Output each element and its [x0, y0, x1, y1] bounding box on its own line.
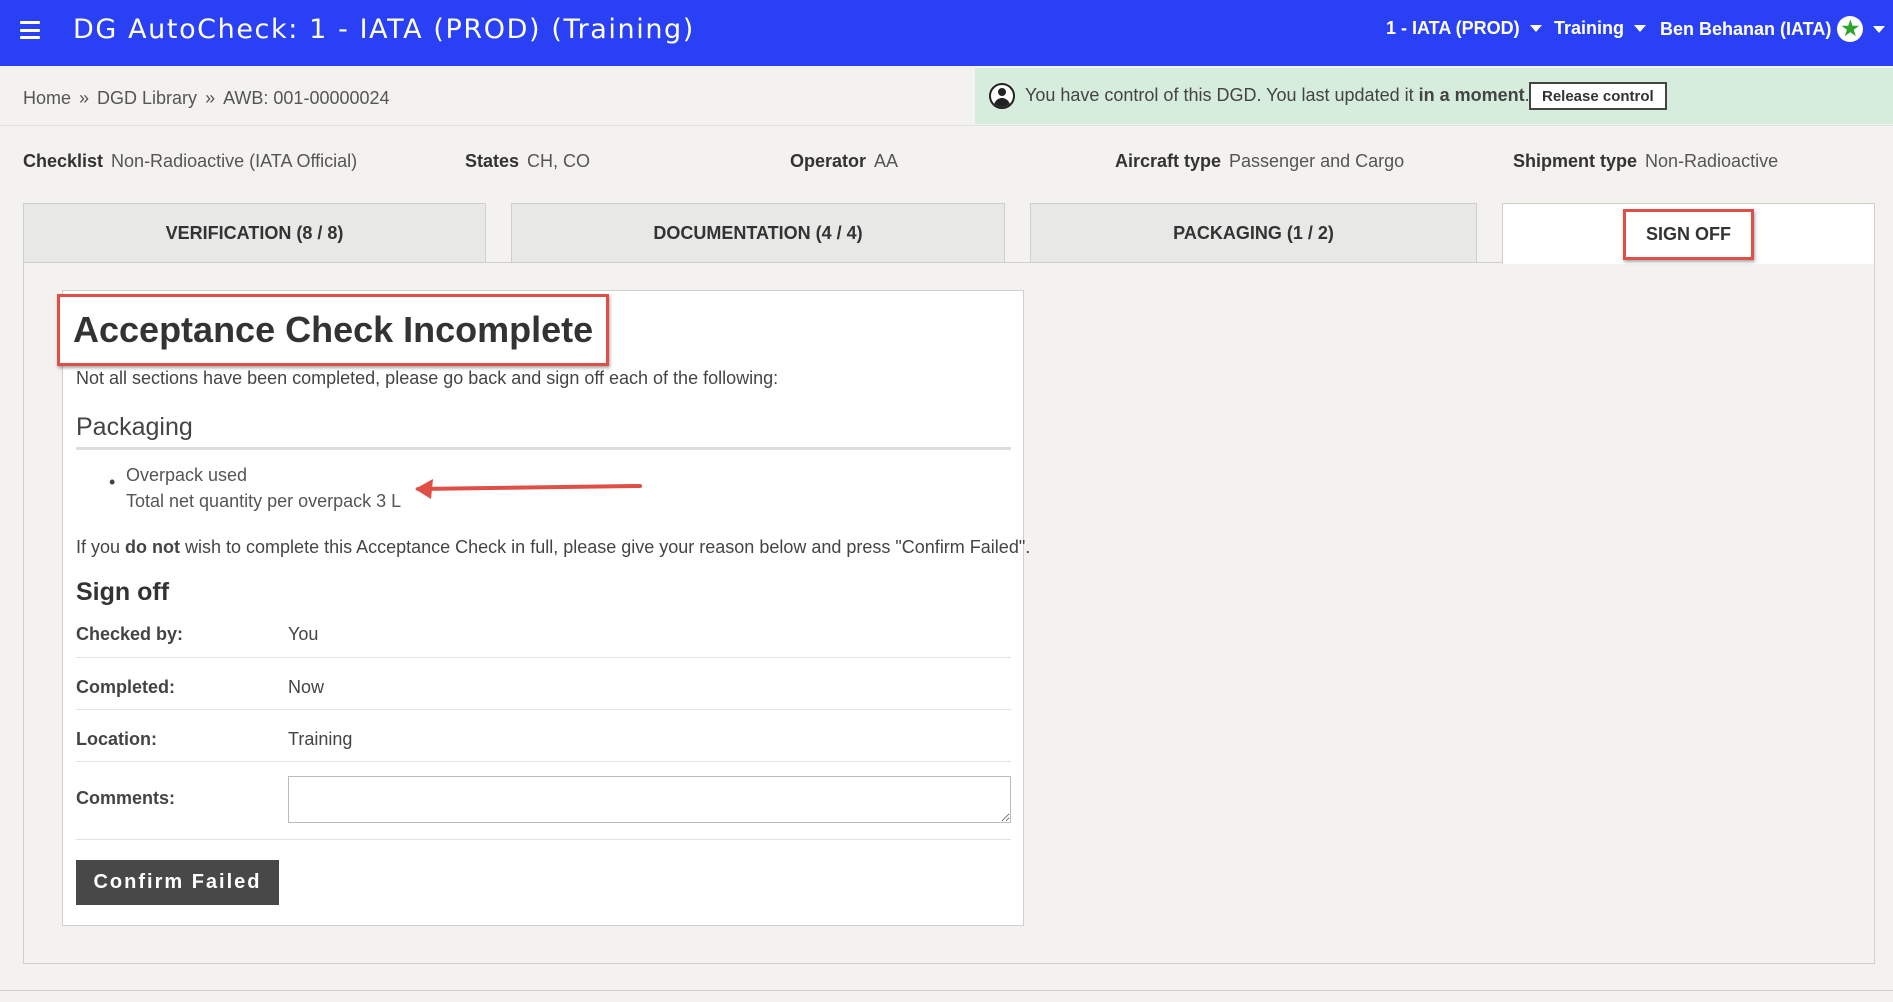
info-aircraft: Aircraft type Passenger and Cargo — [1115, 151, 1404, 172]
bullet-icon: • — [109, 472, 116, 492]
location-dropdown[interactable]: Training — [1554, 18, 1647, 39]
top-navbar: DG AutoCheck: 1 - IATA (PROD) (Training)… — [0, 0, 1893, 66]
operator-label: Operator — [790, 151, 867, 171]
breadcrumb: Home » DGD Library » AWB: 001-00000024 — [23, 88, 390, 109]
control-banner: You have control of this DGD. You last u… — [975, 68, 1893, 124]
section-divider — [76, 447, 1011, 450]
tab-verification[interactable]: VERIFICATION (8 / 8) — [23, 203, 486, 262]
incomplete-item-title: Overpack used — [126, 465, 248, 485]
tab-documentation-label: DOCUMENTATION (4 / 4) — [653, 222, 863, 243]
caret-down-icon — [1529, 25, 1542, 32]
tab-sign-off-label: SIGN OFF — [1623, 208, 1754, 260]
caret-down-icon — [1634, 25, 1647, 32]
aircraft-type-value: Passenger and Cargo — [1229, 151, 1405, 171]
control-text-part: You have control of this DGD. You last u… — [1025, 85, 1419, 105]
aircraft-type-label: Aircraft type — [1115, 151, 1222, 171]
row-divider — [76, 761, 1011, 762]
notice-text-bold: do not — [125, 537, 181, 557]
info-checklist: Checklist Non-Radioactive (IATA Official) — [23, 151, 357, 172]
row-divider — [76, 657, 1011, 658]
completed-label: Completed: — [76, 677, 175, 697]
shipment-type-value: Non-Radioactive — [1645, 151, 1779, 171]
checked-by-label: Checked by: — [76, 624, 184, 644]
org-dropdown[interactable]: 1 - IATA (PROD) — [1386, 18, 1542, 39]
sign-off-heading: Sign off — [76, 578, 170, 606]
info-states: States CH, CO — [465, 151, 590, 172]
location-dropdown-label: Training — [1554, 18, 1625, 38]
section-heading-packaging: Packaging — [76, 413, 193, 441]
checklist-value: Non-Radioactive (IATA Official) — [111, 151, 358, 171]
comments-input[interactable] — [288, 776, 1011, 823]
comments-label: Comments: — [76, 788, 176, 808]
confirm-failed-button[interactable]: Confirm Failed — [76, 860, 279, 905]
row-divider — [76, 839, 1011, 840]
breadcrumb-home[interactable]: Home — [23, 88, 71, 109]
annotation-arrow-icon — [415, 479, 642, 499]
location-value: Training — [288, 729, 353, 749]
tab-sign-off[interactable]: SIGN OFF — [1502, 203, 1875, 264]
breadcrumb-separator: » — [205, 88, 216, 108]
release-control-button[interactable]: Release control — [1529, 82, 1667, 110]
checklist-label: Checklist — [23, 151, 104, 171]
control-text-bold: in a moment — [1418, 85, 1525, 105]
tab-documentation[interactable]: DOCUMENTATION (4 / 4) — [511, 203, 1005, 262]
shipment-type-label: Shipment type — [1513, 151, 1638, 171]
completed-value: Now — [288, 677, 325, 697]
intro-text: Not all sections have been completed, pl… — [76, 368, 779, 388]
info-operator: Operator AA — [790, 151, 898, 172]
user-dropdown-label: Ben Behanan (IATA) — [1660, 18, 1832, 39]
user-dropdown[interactable]: Ben Behanan (IATA) ★ — [1660, 16, 1886, 42]
star-badge-icon: ★ — [1837, 16, 1864, 42]
org-dropdown-label: 1 - IATA (PROD) — [1386, 18, 1520, 38]
caret-down-icon — [1873, 25, 1886, 33]
states-value: CH, CO — [527, 151, 591, 171]
breadcrumb-current: AWB: 001-00000024 — [223, 88, 390, 108]
tab-verification-label: VERIFICATION (8 / 8) — [165, 222, 344, 243]
acceptance-check-title: Acceptance Check Incomplete — [57, 294, 610, 366]
info-shipment: Shipment type Non-Radioactive — [1513, 151, 1778, 172]
row-divider — [76, 709, 1011, 710]
divider — [0, 990, 1893, 991]
divider — [0, 125, 1893, 126]
operator-value: AA — [874, 151, 899, 171]
tab-packaging-label: PACKAGING (1 / 2) — [1173, 222, 1334, 243]
breadcrumb-dgd-library[interactable]: DGD Library — [97, 88, 197, 109]
checked-by-value: You — [288, 624, 319, 644]
tab-packaging[interactable]: PACKAGING (1 / 2) — [1030, 203, 1477, 262]
incomplete-item-detail: Total net quantity per overpack 3 L — [126, 491, 402, 511]
user-circle-icon — [989, 83, 1015, 109]
notice-text-part: If you — [76, 537, 126, 557]
breadcrumb-separator: » — [79, 88, 90, 108]
notice-text-end: wish to complete this Acceptance Check i… — [180, 537, 1031, 557]
hamburger-menu-icon[interactable] — [20, 21, 40, 39]
confirm-failed-notice: If you do not wish to complete this Acce… — [76, 537, 1030, 558]
location-label: Location: — [76, 729, 157, 749]
control-status-text: You have control of this DGD. You last u… — [1025, 85, 1530, 106]
states-label: States — [465, 151, 520, 171]
app-title: DG AutoCheck: 1 - IATA (PROD) (Training) — [73, 14, 695, 45]
